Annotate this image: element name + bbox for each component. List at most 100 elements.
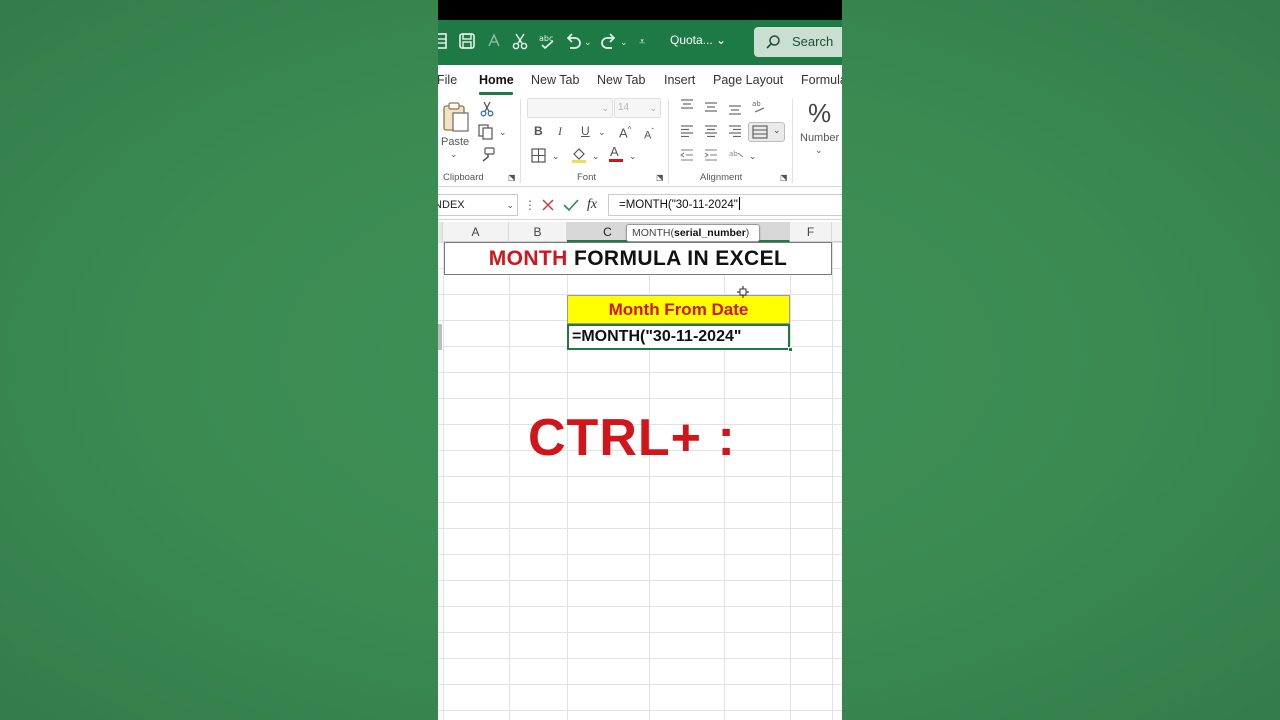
font-color-dropdown-icon[interactable]: ⌄: [629, 149, 637, 163]
column-header-a[interactable]: A: [443, 222, 509, 242]
more-options-icon[interactable]: ⋮: [524, 195, 536, 215]
font-size-combo[interactable]: 14 ⌄: [614, 98, 661, 118]
cut-icon[interactable]: [512, 32, 528, 52]
tab-home[interactable]: Home: [479, 73, 514, 87]
decrease-indent-icon[interactable]: [680, 149, 694, 164]
function-tooltip[interactable]: MONTH(serial_number): [626, 224, 760, 242]
column-header-f[interactable]: F: [790, 222, 832, 242]
active-cell[interactable]: =MONTH("30-11-2024": [567, 324, 790, 350]
document-title[interactable]: Quota... ⌄: [670, 33, 726, 47]
paste-dropdown-icon[interactable]: ⌄: [450, 147, 458, 161]
ribbon: Paste ⌄ ⌄ Clipboard ⬔ ⌄ 14 ⌄ B I U ⌄ A^ A…: [438, 95, 842, 187]
move-cursor-icon: [737, 285, 749, 303]
align-left-icon[interactable]: [680, 125, 694, 140]
align-right-icon[interactable]: [728, 125, 742, 140]
merge-center-button[interactable]: ⌄: [748, 122, 785, 142]
group-separator: [668, 99, 669, 183]
tooltip-argument[interactable]: serial_number: [674, 227, 746, 239]
paste-icon[interactable]: [442, 101, 470, 136]
customize-toolbar-icon[interactable]: ⩡: [639, 32, 645, 52]
align-middle-icon[interactable]: [704, 101, 718, 116]
gridline: [832, 242, 833, 720]
grow-font-button[interactable]: A^: [619, 123, 631, 140]
orientation-icon[interactable]: ab: [751, 98, 767, 117]
copy-dropdown-icon[interactable]: ⌄: [499, 125, 507, 139]
gridline: [443, 242, 444, 720]
underline-dropdown-icon[interactable]: ⌄: [598, 125, 606, 139]
formula-input[interactable]: =MONTH("30-11-2024": [608, 194, 842, 216]
excel-app-window: abc ⌄ ⌄ ⩡ Quota... ⌄ Search File Home Ne…: [438, 0, 842, 720]
sheet-title-cell[interactable]: MONTH FORMULA IN EXCEL: [444, 242, 832, 275]
save-icon[interactable]: [458, 32, 476, 52]
chevron-down-icon: ⌄: [601, 103, 609, 113]
group-separator: [520, 99, 521, 183]
font-color-button[interactable]: A: [609, 144, 623, 162]
chevron-down-icon: ⌄: [773, 125, 781, 135]
wrap-dropdown-icon[interactable]: ⌄: [749, 149, 757, 163]
clipboard-launcher-icon[interactable]: ⬔: [508, 171, 516, 185]
svg-text:ab: ab: [752, 100, 761, 108]
font-launcher-icon[interactable]: ⬔: [656, 171, 664, 185]
clipboard-group-label: Clipboard: [443, 172, 484, 183]
selected-row-indicator: [438, 324, 442, 350]
gridline: [509, 242, 510, 720]
enter-icon[interactable]: [563, 195, 579, 215]
borders-icon[interactable]: [531, 148, 546, 166]
percent-icon[interactable]: %: [808, 99, 831, 127]
tooltip-function: MONTH(: [632, 227, 674, 239]
name-box-value: INDEX: [438, 199, 465, 211]
chevron-down-icon: ⌄: [649, 103, 657, 113]
font-color-label: A: [610, 144, 619, 159]
svg-text:ab: ab: [729, 150, 738, 158]
tab-page-layout[interactable]: Page Layout: [713, 73, 783, 87]
font-group-label: Font: [577, 172, 597, 183]
wrap-text-icon[interactable]: ab: [729, 147, 745, 164]
bold-button[interactable]: B: [534, 124, 543, 138]
text-caret: [738, 197, 740, 210]
search-box[interactable]: Search: [754, 27, 842, 57]
fill-handle[interactable]: [788, 347, 793, 352]
undo-dropdown-icon[interactable]: ⌄: [584, 32, 592, 52]
title-keyword: MONTH: [488, 247, 568, 270]
increase-indent-icon[interactable]: [704, 149, 718, 164]
tab-insert[interactable]: Insert: [664, 73, 695, 87]
formula-text: =MONTH("30-11-2024": [619, 199, 738, 211]
document-title-text: Quota...: [670, 33, 713, 47]
undo-icon[interactable]: [564, 32, 582, 52]
copy-icon[interactable]: [478, 124, 494, 143]
fill-color-dropdown-icon[interactable]: ⌄: [592, 149, 600, 163]
shrink-font-button[interactable]: Aˇ: [644, 125, 654, 143]
redo-icon[interactable]: [600, 32, 618, 52]
borders-dropdown-icon[interactable]: ⌄: [552, 149, 560, 163]
cancel-icon[interactable]: [541, 195, 555, 215]
fill-color-icon[interactable]: [570, 146, 588, 167]
align-top-icon[interactable]: [680, 99, 694, 114]
sheet-menu-icon[interactable]: [438, 32, 448, 52]
search-label: Search: [792, 34, 834, 49]
name-box[interactable]: INDEX ⌄: [438, 194, 518, 216]
format-painter-icon[interactable]: [479, 147, 495, 166]
chevron-down-icon: ⌄: [716, 33, 727, 47]
align-center-icon[interactable]: [704, 125, 718, 140]
redo-dropdown-icon[interactable]: ⌄: [620, 32, 628, 52]
insert-function-icon[interactable]: fx: [587, 195, 597, 215]
italic-button[interactable]: I: [558, 124, 562, 138]
underline-button[interactable]: U: [581, 124, 590, 138]
tab-new-tab-1[interactable]: New Tab: [531, 73, 579, 87]
spelling-icon[interactable]: abc: [538, 32, 556, 52]
cut-icon[interactable]: [480, 101, 494, 120]
align-bottom-icon[interactable]: [728, 103, 742, 118]
alignment-launcher-icon[interactable]: ⬔: [780, 171, 788, 185]
number-dropdown-icon[interactable]: ⌄: [815, 143, 823, 157]
font-name-combo[interactable]: ⌄: [527, 98, 613, 118]
tab-formulas[interactable]: Formula: [801, 73, 842, 87]
tab-file[interactable]: File: [438, 73, 457, 87]
chevron-down-icon: ⌄: [506, 200, 514, 210]
group-separator: [792, 99, 793, 183]
autosave-icon[interactable]: [486, 32, 502, 52]
column-header-b[interactable]: B: [509, 222, 567, 242]
tooltip-close-paren: ): [745, 227, 750, 239]
tab-new-tab-2[interactable]: New Tab: [597, 73, 645, 87]
title-rest: FORMULA IN EXCEL: [567, 247, 788, 270]
month-header-cell[interactable]: Month From Date: [567, 295, 790, 324]
